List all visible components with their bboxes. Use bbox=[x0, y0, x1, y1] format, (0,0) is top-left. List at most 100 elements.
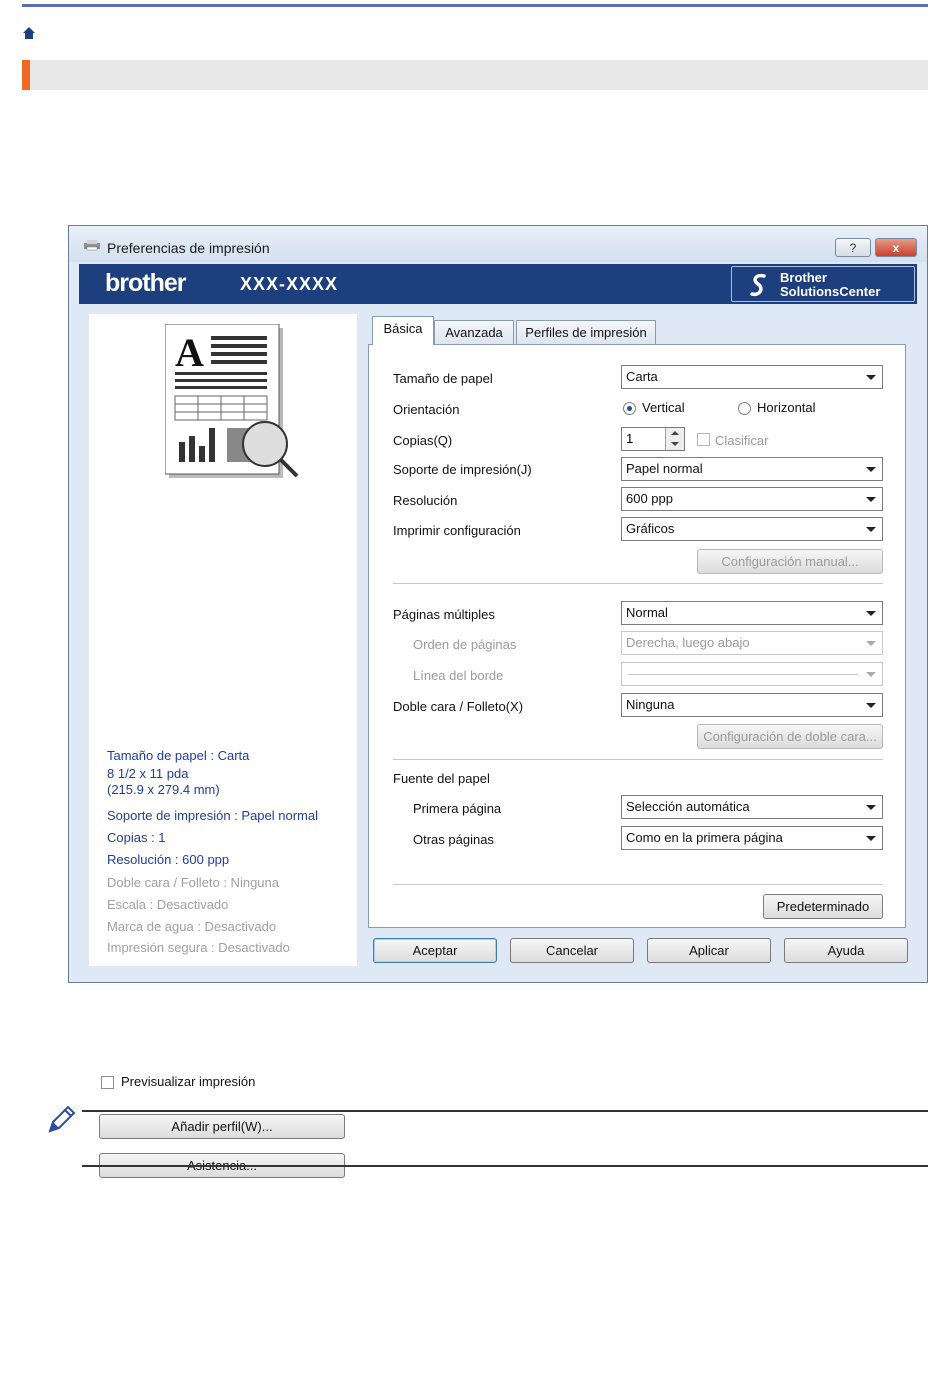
print-settings-label: Imprimir configuración bbox=[393, 523, 521, 538]
help-button[interactable]: Ayuda bbox=[784, 938, 908, 963]
resolution-label: Resolución bbox=[393, 493, 458, 508]
orientation-label: Orientación bbox=[393, 402, 460, 417]
multiple-pages-select[interactable]: Normal bbox=[621, 601, 883, 625]
resolution-select[interactable]: 600 ppp bbox=[621, 487, 883, 511]
orientation-vertical-radio[interactable] bbox=[623, 402, 636, 415]
separator bbox=[393, 884, 883, 885]
copies-stepper[interactable]: 1 bbox=[621, 427, 685, 451]
solutions-line1: Brother bbox=[780, 270, 827, 285]
first-page-value: Selección automática bbox=[626, 799, 750, 814]
print-settings-select[interactable]: Gráficos bbox=[621, 517, 883, 541]
tab-print-profiles[interactable]: Perfiles de impresión bbox=[516, 320, 656, 344]
print-preview-illustration: A bbox=[165, 324, 299, 478]
solutions-center-button[interactable]: Brother SolutionsCenter bbox=[731, 266, 915, 302]
multiple-pages-label: Páginas múltiples bbox=[393, 607, 495, 622]
orientation-horizontal-label: Horizontal bbox=[757, 400, 816, 415]
chevron-down-icon bbox=[866, 375, 876, 380]
solutions-line2: SolutionsCenter bbox=[780, 284, 881, 299]
tab-basic[interactable]: Básica bbox=[372, 316, 434, 345]
chevron-down-icon bbox=[866, 672, 876, 677]
separator bbox=[393, 759, 883, 760]
summary-paper-dims-mm: (215.9 x 279.4 mm) bbox=[107, 782, 220, 797]
copies-value: 1 bbox=[626, 431, 634, 446]
solutions-center-icon bbox=[750, 273, 766, 297]
orientation-horizontal-radio[interactable] bbox=[738, 402, 751, 415]
first-page-select[interactable]: Selección automática bbox=[621, 795, 883, 819]
printer-icon bbox=[84, 240, 100, 251]
copies-label: Copias(Q) bbox=[393, 433, 453, 448]
note-bottom-rule bbox=[82, 1165, 928, 1167]
paper-size-select[interactable]: Carta bbox=[621, 365, 883, 389]
basic-tab-panel: Tamaño de papel Carta Orientación Vertic… bbox=[368, 344, 906, 928]
summary-copies: Copias : 1 bbox=[107, 830, 166, 845]
media-label: Soporte de impresión(J) bbox=[393, 462, 532, 477]
printer-model: XXX-XXXX bbox=[240, 274, 339, 294]
duplex-settings-button[interactable]: Configuración de doble cara... bbox=[697, 724, 883, 749]
page-order-select[interactable]: Derecha, luego abajo bbox=[621, 631, 883, 655]
collate-label: Clasificar bbox=[715, 433, 769, 448]
media-value: Papel normal bbox=[626, 461, 703, 476]
home-icon[interactable] bbox=[22, 26, 36, 40]
arrow-down-icon bbox=[671, 442, 679, 446]
summary-resolution: Resolución : 600 ppp bbox=[107, 852, 230, 867]
manual-settings-button[interactable]: Configuración manual... bbox=[697, 549, 883, 574]
default-button[interactable]: Predeterminado bbox=[763, 894, 883, 919]
svg-text:A: A bbox=[175, 330, 204, 375]
chevron-down-icon bbox=[866, 467, 876, 472]
pencil-note-icon bbox=[48, 1105, 76, 1133]
other-pages-select[interactable]: Como en la primera página bbox=[621, 826, 883, 850]
paper-source-label: Fuente del papel bbox=[393, 771, 490, 786]
section-accent bbox=[22, 60, 30, 90]
summary-duplex: Doble cara / Folleto : Ninguna bbox=[107, 875, 279, 890]
first-page-label: Primera página bbox=[413, 801, 502, 816]
resolution-value: 600 ppp bbox=[626, 491, 673, 506]
note-top-rule bbox=[82, 1110, 928, 1112]
page-order-value: Derecha, luego abajo bbox=[626, 635, 750, 650]
brand-banner: brother XXX-XXXX Brother SolutionsCenter bbox=[79, 264, 917, 304]
summary-media: Soporte de impresión : Papel normal bbox=[107, 808, 319, 823]
title-bar: Preferencias de impresión ? x bbox=[69, 226, 927, 262]
print-settings-value: Gráficos bbox=[626, 521, 675, 536]
top-rule bbox=[22, 4, 928, 7]
radio-selected-dot bbox=[627, 406, 632, 411]
preview-checkbox-label: Previsualizar impresión bbox=[121, 1074, 256, 1089]
brother-logo: brother bbox=[105, 269, 186, 297]
chevron-down-icon bbox=[866, 497, 876, 502]
close-window-button[interactable]: x bbox=[875, 238, 917, 257]
summary-watermark: Marca de agua : Desactivado bbox=[107, 919, 277, 934]
paper-size-value: Carta bbox=[626, 369, 658, 384]
summary-panel: A Tamaño de papel : Carta 8 1/2 x 11 pda… bbox=[89, 314, 357, 1178]
multiple-pages-value: Normal bbox=[626, 605, 668, 620]
chevron-down-icon bbox=[866, 836, 876, 841]
print-preferences-dialog: Preferencias de impresión ? x brother XX… bbox=[68, 225, 928, 1178]
summary-paper-dims: 8 1/2 x 11 pda bbox=[107, 766, 189, 781]
add-profile-button[interactable]: Añadir perfil(W)... bbox=[99, 1114, 345, 1139]
window-title: Preferencias de impresión bbox=[107, 240, 270, 256]
apply-button[interactable]: Aplicar bbox=[647, 938, 771, 963]
collate-checkbox[interactable] bbox=[697, 433, 710, 446]
summary-paper-size: Tamaño de papel : Carta bbox=[107, 748, 250, 763]
help-window-button[interactable]: ? bbox=[835, 238, 871, 257]
border-line-sample bbox=[628, 674, 858, 675]
chevron-down-icon bbox=[866, 703, 876, 708]
duplex-label: Doble cara / Folleto(X) bbox=[393, 699, 524, 714]
border-line-label: Línea del borde bbox=[413, 668, 504, 683]
media-select[interactable]: Papel normal bbox=[621, 457, 883, 481]
arrow-up-icon bbox=[671, 431, 679, 435]
decrement-button[interactable] bbox=[665, 439, 684, 450]
page-order-label: Orden de páginas bbox=[413, 637, 517, 652]
settings-panel: Básica Avanzada Perfiles de impresión Ta… bbox=[368, 314, 908, 966]
duplex-select[interactable]: Ninguna bbox=[621, 693, 883, 717]
cancel-button[interactable]: Cancelar bbox=[510, 938, 634, 963]
other-pages-value: Como en la primera página bbox=[626, 830, 783, 845]
border-line-select[interactable] bbox=[621, 662, 883, 686]
preview-checkbox[interactable] bbox=[101, 1076, 114, 1089]
chevron-down-icon bbox=[866, 527, 876, 532]
chevron-down-icon bbox=[866, 611, 876, 616]
paper-size-label: Tamaño de papel bbox=[393, 371, 493, 386]
section-header-bar bbox=[22, 60, 928, 90]
duplex-value: Ninguna bbox=[626, 697, 675, 712]
chevron-down-icon bbox=[866, 641, 876, 646]
tab-advanced[interactable]: Avanzada bbox=[434, 320, 514, 344]
ok-button[interactable]: Aceptar bbox=[373, 938, 497, 963]
